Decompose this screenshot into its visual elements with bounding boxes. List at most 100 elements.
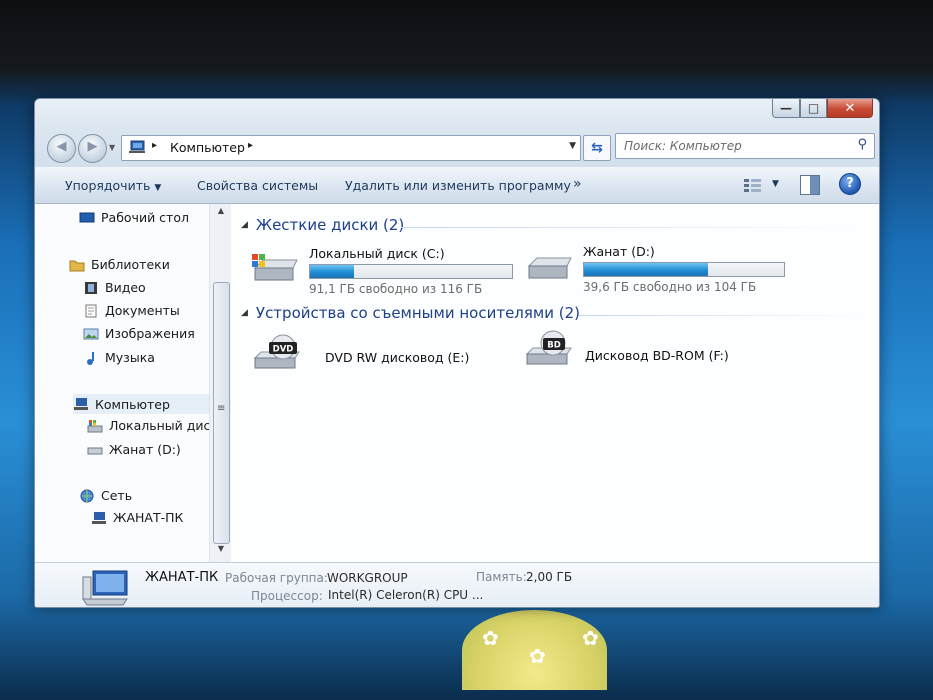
- back-arrow-icon: ◀: [56, 139, 67, 154]
- sidebar-item-label: Библиотеки: [91, 257, 170, 272]
- drive-icon: [87, 447, 103, 454]
- minimize-button[interactable]: —: [772, 99, 800, 118]
- refresh-button[interactable]: ⇆: [583, 135, 611, 161]
- change-view-icon[interactable]: [743, 177, 765, 193]
- sidebar-item-label: Локальный диск: [109, 418, 218, 433]
- bd-drive-icon: BD: [525, 330, 572, 365]
- search-box[interactable]: Поиск: Компьютер ⚲: [615, 133, 875, 159]
- breadcrumb-computer[interactable]: Компьютер: [170, 140, 245, 155]
- breadcrumb-chevron-icon[interactable]: ▸: [152, 140, 157, 151]
- memory-label: Память:: [476, 570, 527, 584]
- drive-name: Локальный диск (C:): [309, 246, 445, 261]
- details-pane: ЖАНАТ-ПК Рабочая группа: WORKGROUP Памят…: [35, 562, 879, 607]
- group-header-hard-disks[interactable]: ◢ Жесткие диски (2): [241, 216, 404, 234]
- sidebar-item-video[interactable]: Видео: [83, 280, 146, 295]
- close-button[interactable]: ✕: [827, 99, 873, 118]
- sidebar-item-network[interactable]: Сеть: [79, 488, 132, 503]
- dvd-drive-icon: DVD: [253, 334, 300, 369]
- breadcrumb-chevron-icon[interactable]: ▸: [248, 140, 253, 151]
- maximize-button[interactable]: □: [800, 99, 827, 118]
- title-bar[interactable]: — □ ✕: [35, 99, 879, 129]
- disk-usage-fill: [310, 265, 355, 278]
- wallpaper-flower-icon: ✿: [529, 644, 546, 668]
- drive-item-d[interactable]: Жанат (D:) 39,6 ГБ свободно из 104 ГБ: [523, 244, 793, 296]
- group-title: Жесткие диски (2): [255, 216, 405, 234]
- sidebar-item-local-disk[interactable]: Локальный диск: [87, 418, 218, 433]
- scroll-up-icon[interactable]: ▲: [210, 206, 232, 222]
- group-divider: [401, 227, 861, 228]
- cpu-value: Intel(R) Celeron(R) CPU ...: [328, 588, 484, 602]
- drive-free-space: 39,6 ГБ свободно из 104 ГБ: [583, 280, 757, 294]
- sidebar-item-libraries[interactable]: Библиотеки: [69, 257, 170, 272]
- content-area: ◢ Жесткие диски (2) Локальный диск (C:) …: [231, 204, 879, 562]
- sidebar-item-pictures[interactable]: Изображения: [83, 326, 195, 341]
- sidebar-item-label: Жанат (D:): [109, 442, 181, 457]
- computer-icon: [129, 140, 145, 153]
- back-button[interactable]: ◀: [47, 134, 76, 163]
- search-icon[interactable]: ⚲: [857, 137, 867, 152]
- organize-button[interactable]: Упорядочить ▼: [65, 178, 161, 193]
- disk-usage-bar: [583, 262, 785, 277]
- drive-item-f[interactable]: BD Дисковод BD-ROM (F:): [523, 328, 763, 378]
- sidebar-item-drive-d[interactable]: Жанат (D:): [87, 442, 181, 457]
- scroll-thumb[interactable]: ≡: [213, 282, 230, 544]
- uninstall-program-button[interactable]: Удалить или изменить программу: [345, 178, 571, 193]
- system-properties-button[interactable]: Свойства системы: [197, 178, 318, 193]
- more-commands-button[interactable]: »: [573, 176, 582, 192]
- maximize-icon: □: [807, 101, 820, 115]
- video-icon: [85, 281, 97, 294]
- navigation-scrollbar[interactable]: ▲ ≡ ▼: [209, 204, 232, 562]
- network-icon: [80, 489, 94, 502]
- drive-free-space: 91,1 ГБ свободно из 116 ГБ: [309, 282, 483, 296]
- sidebar-item-label: Рабочий стол: [101, 210, 189, 225]
- libraries-icon: [69, 260, 85, 271]
- organize-label: Упорядочить: [65, 178, 151, 193]
- sidebar-item-label: Компьютер: [95, 396, 170, 412]
- forward-arrow-icon: ▶: [87, 139, 98, 154]
- disk-usage-fill: [584, 263, 708, 276]
- pictures-icon: [83, 328, 99, 339]
- computer-icon: [74, 398, 88, 410]
- preview-pane-icon[interactable]: [800, 175, 820, 195]
- help-icon[interactable]: ?: [839, 173, 861, 195]
- drive-item-e[interactable]: DVD DVD RW дисковод (E:): [251, 332, 491, 382]
- sidebar-item-label: Документы: [105, 303, 180, 318]
- disk-usage-bar: [309, 264, 513, 279]
- recent-pages-dropdown[interactable]: ▼: [109, 143, 115, 152]
- forward-button[interactable]: ▶: [78, 134, 107, 163]
- wallpaper-flower-icon: ✿: [482, 626, 499, 650]
- drive-name: Жанат (D:): [583, 244, 655, 259]
- drive-icon: [527, 257, 572, 279]
- address-dropdown-icon[interactable]: ▼: [569, 141, 576, 151]
- computer-name: ЖАНАТ-ПК: [145, 570, 219, 585]
- workgroup-value: WORKGROUP: [327, 571, 408, 585]
- sidebar-item-label: Музыка: [105, 350, 155, 365]
- sidebar-item-label: Видео: [105, 280, 146, 295]
- collapse-triangle-icon[interactable]: ◢: [241, 220, 248, 230]
- music-icon: [87, 351, 94, 365]
- scroll-down-icon[interactable]: ▼: [210, 544, 232, 560]
- sidebar-item-music[interactable]: Музыка: [83, 350, 155, 365]
- group-header-removable[interactable]: ◢ Устройства со съемными носителями (2): [241, 304, 580, 322]
- sidebar-item-label: Изображения: [105, 326, 195, 341]
- caption-buttons: — □ ✕: [772, 99, 873, 118]
- sidebar-item-documents[interactable]: Документы: [83, 303, 180, 318]
- sidebar-item-computer[interactable]: Компьютер: [73, 394, 209, 414]
- navigation-bar: ◀ ▶ ▼ ▸ Компьютер ▸ ▼ ⇆ Поиск: Компьютер…: [35, 129, 879, 167]
- search-input[interactable]: Поиск: Компьютер: [624, 139, 742, 153]
- sidebar-item-desktop[interactable]: Рабочий стол: [79, 210, 189, 225]
- sidebar-item-label: Сеть: [101, 488, 133, 503]
- documents-icon: [85, 304, 97, 317]
- close-icon: ✕: [844, 100, 856, 116]
- command-bar: Упорядочить ▼ Свойства системы Удалить ил…: [35, 167, 879, 204]
- chevron-down-icon: ▼: [154, 183, 162, 193]
- drive-item-c[interactable]: Локальный диск (C:) 91,1 ГБ свободно из …: [249, 246, 519, 296]
- sidebar-item-pc[interactable]: ЖАНАТ-ПК: [91, 510, 183, 525]
- group-divider: [579, 315, 869, 316]
- address-bar[interactable]: ▸ Компьютер ▸ ▼: [121, 135, 581, 161]
- collapse-triangle-icon[interactable]: ◢: [241, 308, 248, 318]
- view-options-dropdown-icon[interactable]: ▼: [772, 179, 779, 189]
- sidebar-item-label: ЖАНАТ-ПК: [113, 510, 184, 525]
- group-title: Устройства со съемными носителями (2): [255, 304, 580, 322]
- local-disk-icon: [87, 419, 103, 432]
